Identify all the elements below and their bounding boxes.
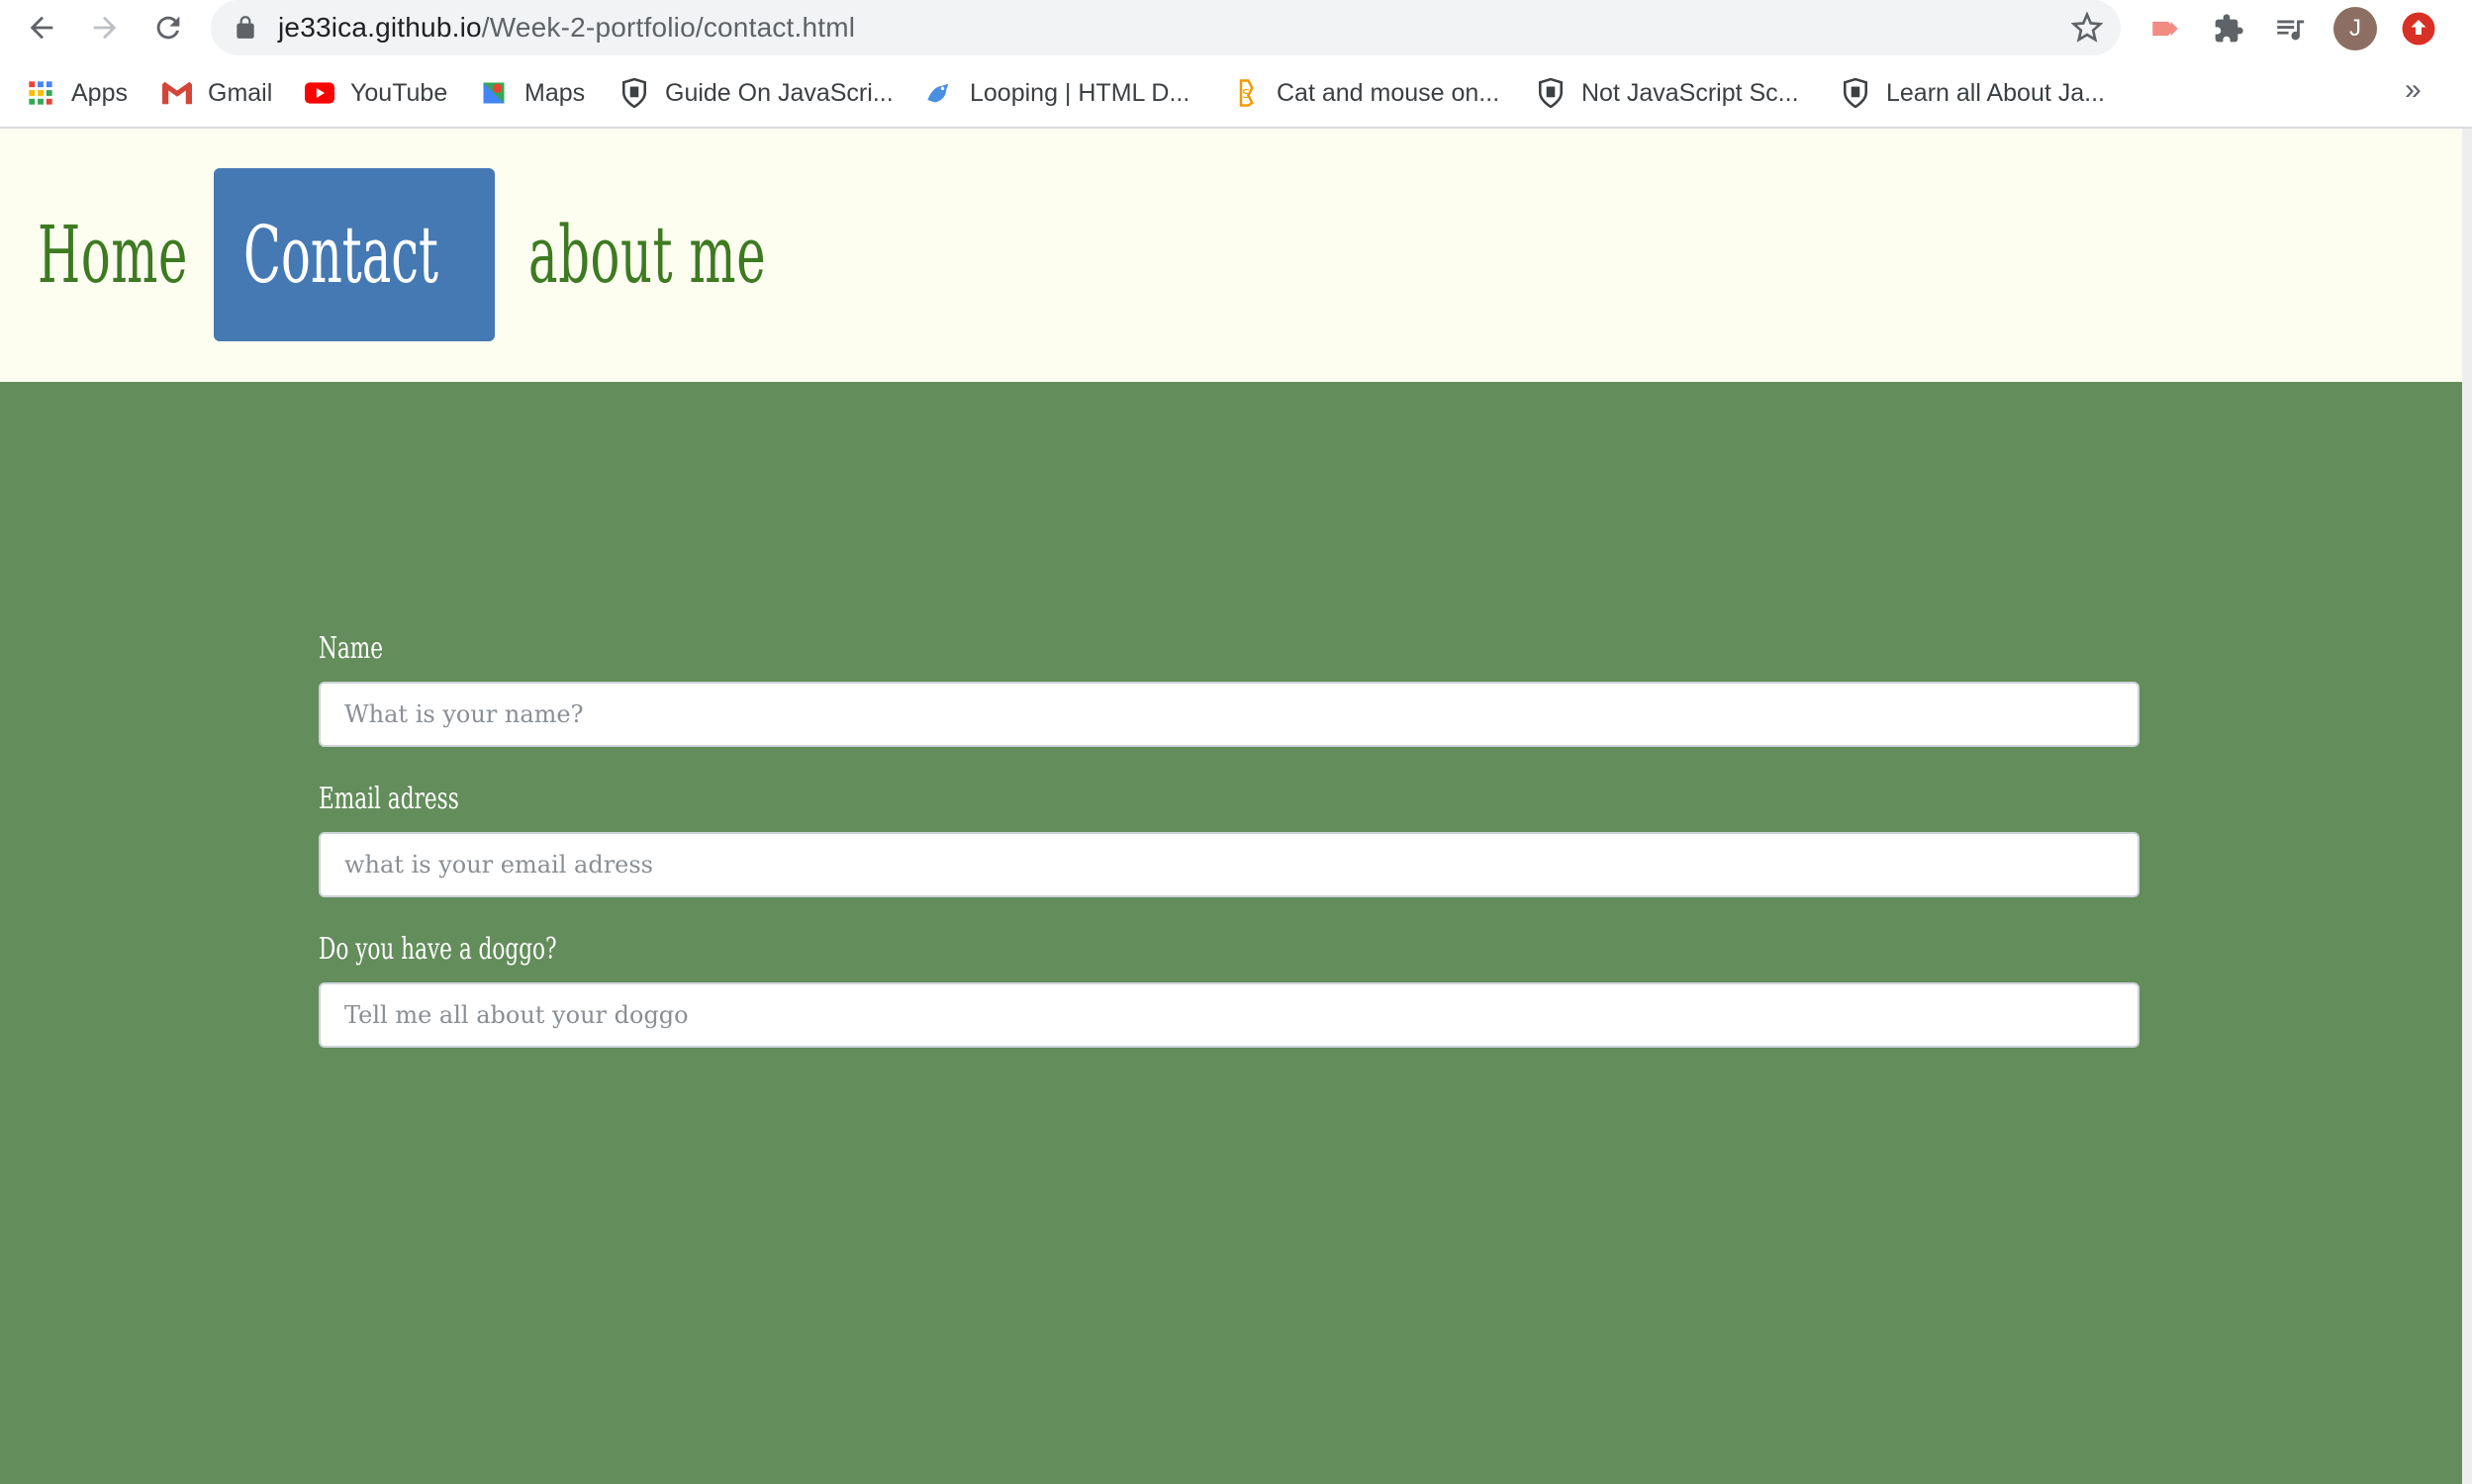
nav-about-link[interactable]: about me [528, 168, 766, 341]
doggo-input[interactable] [319, 982, 2139, 1048]
address-bar[interactable]: je33ica.github.io/Week-2-portfolio/conta… [211, 0, 2121, 55]
update-arrow-icon [2402, 12, 2435, 46]
name-label: Name [319, 631, 384, 666]
doggo-label: Do you have a doggo? [319, 932, 557, 967]
browser-toolbar: je33ica.github.io/Week-2-portfolio/conta… [0, 0, 2472, 55]
bookmark-star-icon[interactable] [2071, 12, 2103, 44]
bookmark-not-javascript[interactable]: Not JavaScript Sc... [1536, 73, 1799, 113]
bookmark-label: Looping | HTML D... [970, 78, 1190, 107]
bookmark-label: Learn all About Ja... [1886, 78, 2105, 107]
html-dog-icon [924, 78, 954, 108]
puzzle-icon [2215, 14, 2243, 43]
shield-icon [1536, 78, 1566, 108]
contact-section: Name Email adress Do you have a doggo? [0, 382, 2462, 1484]
extension-button[interactable] [2145, 10, 2185, 47]
url-path: /Week-2-portfolio/contact.html [481, 12, 856, 43]
bookmark-label: Cat and mouse on... [1277, 78, 1500, 107]
bookmark-label: Not JavaScript Sc... [1581, 78, 1799, 107]
more-bookmarks-button[interactable]: » [2405, 73, 2422, 107]
avatar-letter: J [2349, 15, 2361, 42]
bookmark-label: YouTube [350, 78, 448, 107]
reload-button[interactable] [146, 8, 190, 47]
nav-home-link[interactable]: Home [38, 168, 188, 341]
nav-contact-link[interactable]: Contact [214, 168, 495, 341]
maps-icon [479, 78, 509, 108]
bookmark-label: Gmail [208, 78, 273, 107]
bookmark-maps[interactable]: Maps [479, 73, 585, 113]
bookmark-apps[interactable]: Apps [26, 73, 128, 113]
email-label: Email adress [319, 782, 459, 816]
bookmark-label: Apps [71, 78, 128, 107]
playlist-music-icon [2277, 20, 2305, 41]
profile-avatar[interactable]: J [2333, 7, 2377, 50]
youtube-icon [305, 78, 334, 108]
bookmark-cat-mouse[interactable]: S Cat and mouse on... [1231, 73, 1499, 113]
bookmark-guide-javascript[interactable]: Guide On JavaScri... [619, 73, 894, 113]
page-content: Home Contact about me Name Email adress … [0, 129, 2462, 1484]
back-arrow-icon [30, 16, 53, 40]
forward-arrow-icon [93, 16, 117, 40]
bookmark-learn-javascript[interactable]: Learn all About Ja... [1841, 73, 2105, 113]
url-text: je33ica.github.io/Week-2-portfolio/conta… [278, 12, 855, 44]
nav-contact-label: Contact [243, 209, 438, 301]
shield-icon [1841, 78, 1870, 108]
shield-icon [619, 78, 649, 108]
bookmark-gmail[interactable]: Gmail [162, 73, 272, 113]
lock-icon [237, 16, 254, 39]
back-button[interactable] [20, 8, 63, 47]
gmail-icon [162, 78, 192, 108]
bookmark-label: Maps [524, 78, 586, 107]
extensions-menu-button[interactable] [2209, 10, 2248, 47]
bookmark-youtube[interactable]: YouTube [305, 73, 447, 113]
name-input[interactable] [319, 682, 2139, 747]
screen-recorder-icon [2152, 21, 2178, 37]
email-input[interactable] [319, 832, 2139, 897]
forward-button[interactable] [83, 8, 127, 47]
update-button[interactable] [2399, 10, 2438, 47]
url-domain: je33ica.github.io [278, 12, 482, 43]
site-header: Home Contact about me [0, 129, 2462, 382]
media-control-button[interactable] [2270, 10, 2310, 47]
window-edge [2462, 129, 2472, 1484]
reload-icon [156, 16, 180, 40]
bookmark-label: Guide On JavaScri... [665, 78, 894, 107]
svg-text:S: S [1242, 86, 1250, 101]
bookmarks-bar: Apps Gmail YouTube Maps Guide On JavaScr… [0, 65, 2472, 129]
apps-grid-icon [26, 78, 55, 108]
bookmark-site-icon: S [1231, 78, 1261, 108]
bookmark-looping-html[interactable]: Looping | HTML D... [924, 73, 1189, 113]
